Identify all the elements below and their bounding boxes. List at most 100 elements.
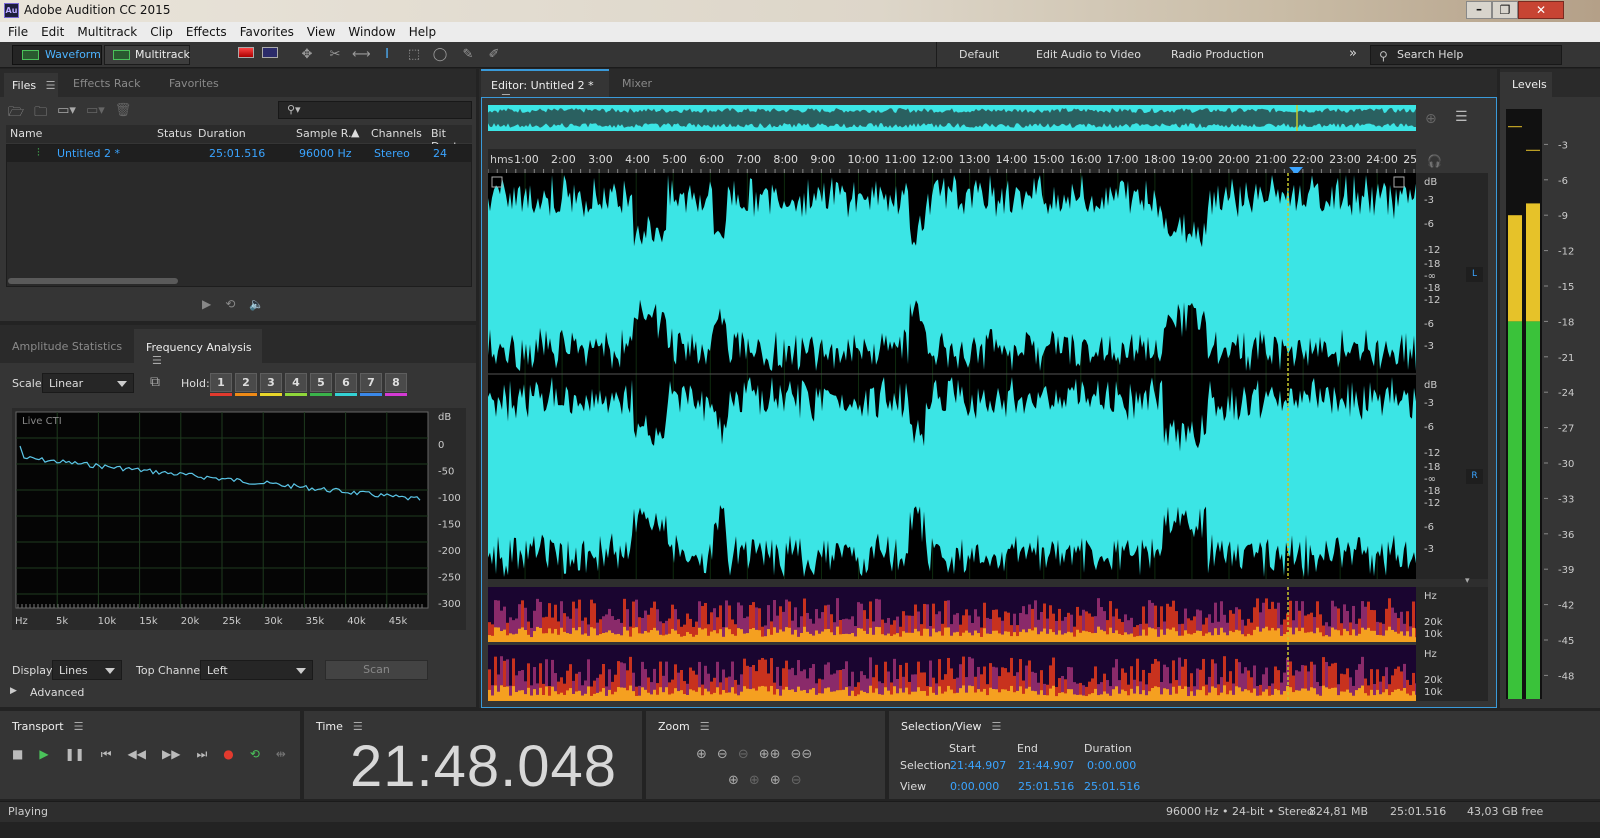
loop-playback-icon[interactable]: ⟲: [250, 747, 260, 762]
menu-clip[interactable]: Clip: [150, 22, 173, 42]
waveform-view-button[interactable]: Waveform: [12, 45, 102, 65]
workspace-edit-audio-to-video[interactable]: Edit Audio to Video: [1036, 48, 1141, 61]
menu-file[interactable]: File: [8, 22, 28, 42]
selection-end[interactable]: 21:44.907: [1018, 759, 1074, 772]
zoom-out-amplitude-icon[interactable]: ⊖: [717, 747, 728, 762]
hold-2-button[interactable]: 2: [235, 373, 257, 396]
selection-start[interactable]: 21:44.907: [950, 759, 1006, 772]
workspace-default[interactable]: Default: [959, 48, 999, 61]
waveform-options-icon[interactable]: ☰: [1455, 109, 1468, 125]
menu-window[interactable]: Window: [348, 22, 395, 42]
panel-menu-icon[interactable]: ☰: [353, 720, 363, 733]
frequency-analysis-tab[interactable]: Frequency Analysis ☰: [134, 329, 262, 367]
effects-rack-tab[interactable]: Effects Rack: [73, 77, 140, 90]
rewind-icon[interactable]: ◀◀: [128, 747, 146, 762]
close-button[interactable]: ✕: [1518, 1, 1564, 19]
panel-menu-icon[interactable]: ☰: [46, 79, 56, 92]
preview-play-icon[interactable]: ▶: [202, 297, 211, 311]
table-row[interactable]: ⫶ Untitled 2 * 25:01.516 96000 Hz Stereo…: [7, 145, 471, 162]
files-search-input[interactable]: ⚲▾: [278, 101, 472, 119]
hold-7-button[interactable]: 7: [360, 373, 382, 396]
move-to-next-icon[interactable]: ⏭: [196, 747, 207, 762]
scan-button[interactable]: Scan: [325, 660, 428, 680]
hold-3-button[interactable]: 3: [260, 373, 282, 396]
hold-8-button[interactable]: 8: [385, 373, 407, 396]
razor-tool-icon[interactable]: ✂: [326, 47, 344, 63]
open-folder-icon[interactable]: 🗁: [8, 103, 24, 125]
selection-duration[interactable]: 0:00.000: [1087, 759, 1136, 772]
spot-healing-icon[interactable]: ✐: [485, 47, 503, 63]
col-channels[interactable]: Channels: [371, 127, 422, 140]
minimize-button[interactable]: –: [1466, 1, 1492, 19]
files-tab[interactable]: Files ☰: [4, 73, 58, 97]
levels-tab[interactable]: Levels: [1500, 72, 1552, 97]
spectral-pitch-icon[interactable]: [261, 47, 279, 63]
record-icon[interactable]: ●: [223, 747, 233, 762]
time-selection-tool-icon[interactable]: I: [378, 47, 396, 63]
menu-favorites[interactable]: Favorites: [240, 22, 294, 42]
spectral-display[interactable]: [488, 587, 1416, 701]
lasso-tool-icon[interactable]: ◯: [431, 47, 449, 63]
channel-l-button[interactable]: L: [1466, 267, 1483, 282]
editor-tab[interactable]: Editor: Untitled 2 * ☰: [481, 69, 609, 105]
new-file-icon[interactable]: ▭▾: [57, 103, 76, 125]
menu-edit[interactable]: Edit: [41, 22, 64, 42]
spectral-divider-handle[interactable]: [488, 579, 1488, 587]
export-file-icon[interactable]: ▭▾: [86, 103, 105, 125]
zoom-out-full-icon[interactable]: ⊕: [749, 773, 760, 788]
channel-r-button[interactable]: R: [1466, 469, 1483, 484]
marquee-tool-icon[interactable]: ⬚: [405, 47, 423, 63]
collapse-arrow-icon[interactable]: ▾: [1465, 576, 1470, 586]
menu-multitrack[interactable]: Multitrack: [77, 22, 137, 42]
stop-icon[interactable]: ■: [12, 747, 23, 762]
multitrack-view-button[interactable]: Multitrack: [104, 45, 190, 65]
hold-5-button[interactable]: 5: [310, 373, 332, 396]
menu-help[interactable]: Help: [409, 22, 436, 42]
view-duration[interactable]: 25:01.516: [1084, 780, 1140, 793]
workspace-radio-production[interactable]: Radio Production: [1171, 48, 1264, 61]
col-sample-rate[interactable]: Sample R...: [296, 127, 358, 140]
delete-file-icon[interactable]: 🗑: [115, 103, 132, 125]
workspace-overflow-button[interactable]: »: [1349, 46, 1357, 61]
spectral-frequency-icon[interactable]: [237, 47, 255, 63]
panel-menu-icon[interactable]: ☰: [992, 720, 1002, 733]
menu-effects[interactable]: Effects: [186, 22, 227, 42]
overview-navigator[interactable]: [488, 105, 1416, 131]
auto-play-icon[interactable]: 🔈: [249, 297, 264, 311]
hold-6-button[interactable]: 6: [335, 373, 357, 396]
favorites-tab[interactable]: Favorites: [169, 77, 219, 90]
col-duration[interactable]: Duration: [198, 127, 246, 140]
zoom-in-time-icon[interactable]: ⊕⊕: [759, 747, 781, 762]
zoom-to-selection-icon[interactable]: ⊕: [1425, 111, 1437, 127]
hold-4-button[interactable]: 4: [285, 373, 307, 396]
col-name[interactable]: Name: [10, 127, 42, 140]
headphones-icon[interactable]: 🎧: [1427, 154, 1442, 168]
restore-button[interactable]: ❐: [1492, 1, 1518, 19]
advanced-toggle[interactable]: Advanced: [30, 686, 84, 699]
zoom-selection-icon[interactable]: ⊕: [728, 773, 739, 788]
panel-menu-icon[interactable]: ☰: [74, 720, 84, 733]
waveform-display[interactable]: [488, 173, 1416, 579]
top-channel-select[interactable]: Left: [200, 660, 313, 680]
clear-hold-icon[interactable]: ⧉: [150, 374, 160, 390]
hold-1-button[interactable]: 1: [210, 373, 232, 396]
preview-loop-icon[interactable]: ⟲: [225, 297, 235, 311]
panel-menu-icon[interactable]: ☰: [700, 720, 710, 733]
expand-arrow-icon[interactable]: ▶: [10, 686, 17, 696]
skip-selection-icon[interactable]: ⇹: [276, 747, 286, 762]
panel-menu-icon[interactable]: ☰: [152, 354, 162, 367]
amplitude-statistics-tab[interactable]: Amplitude Statistics: [12, 340, 122, 353]
search-help-input[interactable]: ⚲ Search Help: [1370, 45, 1562, 65]
timeline-ruler[interactable]: hms 1:00 2:00 3:00 4:00 5:00 6:00 7:00 8:00 9:00 1…: [488, 149, 1416, 173]
view-end[interactable]: 25:01.516: [1018, 780, 1074, 793]
col-status[interactable]: Status: [157, 127, 192, 140]
move-to-previous-icon[interactable]: ⏮: [101, 747, 112, 762]
brush-tool-icon[interactable]: ✎: [459, 47, 477, 63]
zoom-out-point-icon[interactable]: ⊖: [791, 773, 802, 788]
pause-icon[interactable]: ❚❚: [65, 747, 85, 762]
zoom-in-point-icon[interactable]: ⊕: [770, 773, 781, 788]
zoom-reset-icon[interactable]: ⊖: [738, 747, 749, 762]
scale-select[interactable]: Linear: [42, 373, 134, 393]
display-select[interactable]: Lines: [52, 660, 122, 680]
view-start[interactable]: 0:00.000: [950, 780, 999, 793]
